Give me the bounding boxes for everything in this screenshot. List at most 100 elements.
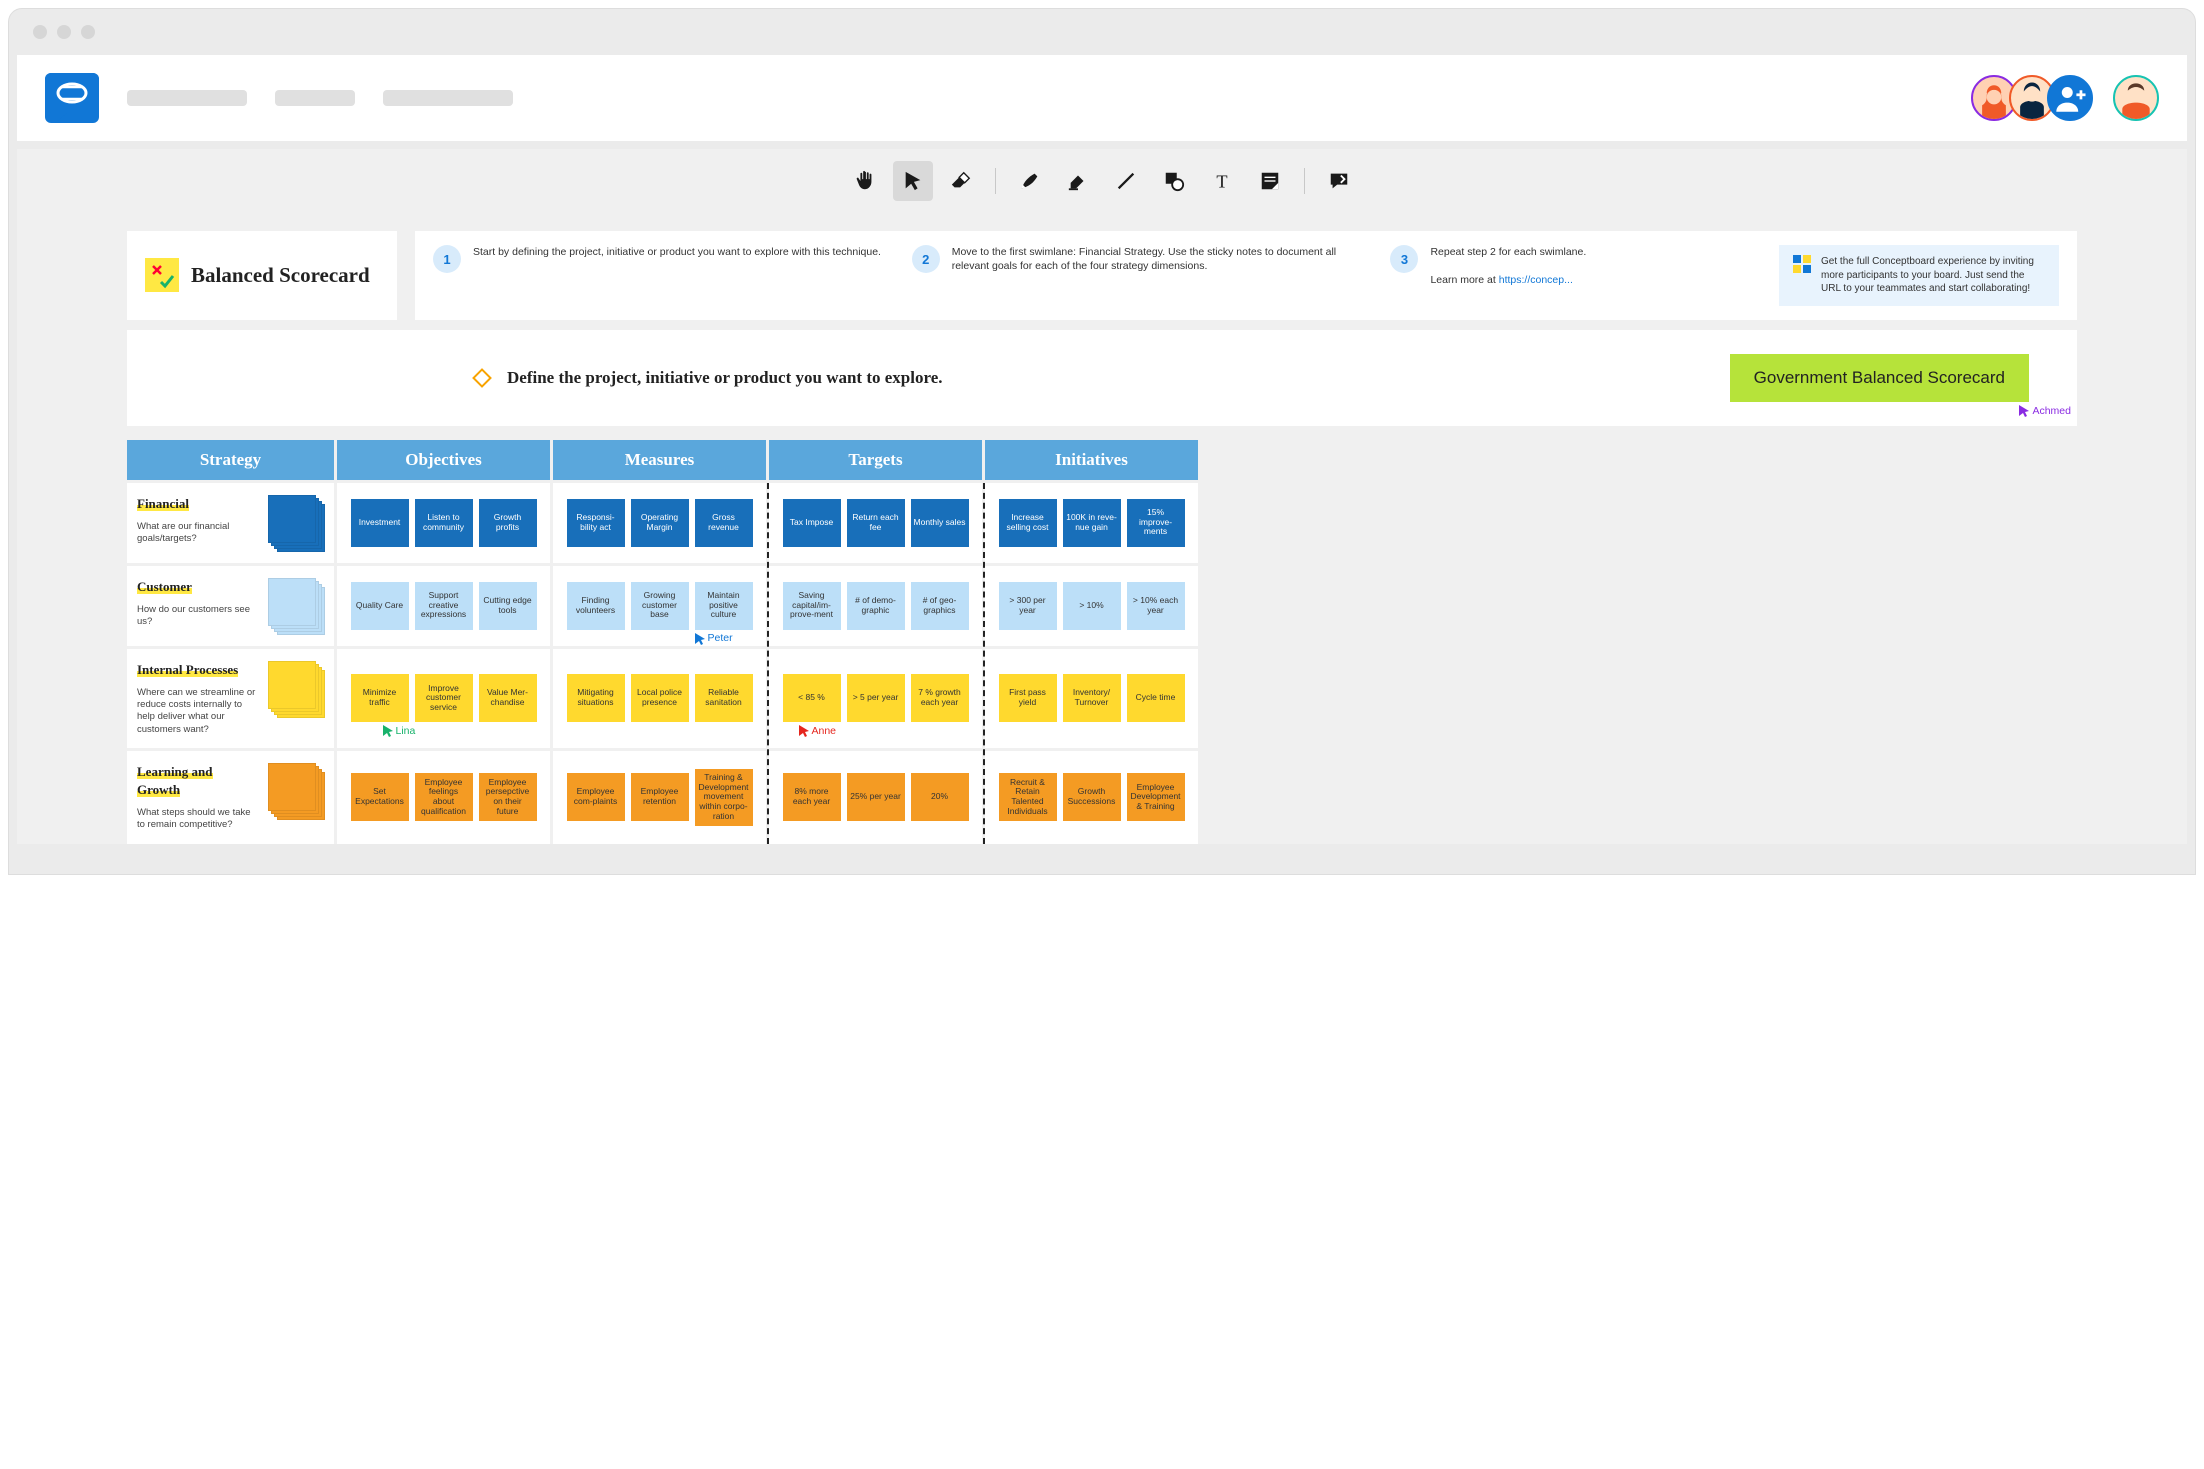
sticky-note[interactable]: Set Expectations — [351, 773, 409, 821]
sticky-note[interactable]: > 10% each year — [1127, 582, 1185, 630]
sticky-note[interactable]: Cutting edge tools — [479, 582, 537, 630]
measures-cell: Mitigating situationsLocal police presen… — [553, 649, 766, 748]
sticky-note[interactable]: Maintain positive culturePeter — [695, 582, 753, 630]
step-text: Start by defining the project, initiativ… — [473, 245, 881, 259]
lane-subtitle: Where can we streamline or reduce costs … — [137, 687, 258, 736]
sticky-note[interactable]: Reliable sanitation — [695, 674, 753, 722]
sticky-note[interactable]: # of geo-graphics — [911, 582, 969, 630]
sticky-note[interactable]: Cycle time — [1127, 674, 1185, 722]
line-tool[interactable] — [1106, 161, 1146, 201]
strategy-cell: CustomerHow do our customers see us? — [127, 566, 334, 646]
lane-subtitle: How do our customers see us? — [137, 604, 258, 629]
sticky-note[interactable]: 8% more each year — [783, 773, 841, 821]
sticky-note[interactable]: Listen to community — [415, 499, 473, 547]
sticky-note[interactable]: > 10% — [1063, 582, 1121, 630]
breadcrumb-placeholder — [275, 90, 355, 106]
toolbar: T — [17, 149, 2187, 213]
cursor-peter: Peter — [693, 632, 733, 646]
max-dot[interactable] — [81, 25, 95, 39]
step-2: 2 Move to the first swimlane: Financial … — [912, 245, 1363, 273]
sticky-note[interactable]: Tax Impose — [783, 499, 841, 547]
sticky-note[interactable]: Employee persepctive on their future — [479, 773, 537, 821]
canvas[interactable]: Balanced Scorecard 1 Start by defining t… — [17, 213, 2187, 844]
sticky-note[interactable]: 7 % growth each year — [911, 674, 969, 722]
sticky-note[interactable]: Quality Care — [351, 582, 409, 630]
header-initiatives: Initiatives — [985, 440, 1198, 480]
marker-tool[interactable] — [1058, 161, 1098, 201]
sticky-note[interactable]: Employee Development & Training — [1127, 773, 1185, 821]
project-sticky[interactable]: Government Balanced Scorecard Achmed — [1730, 354, 2029, 402]
lane-learning-and-growth: Learning and GrowthWhat steps should we … — [127, 751, 2077, 844]
cursor-anne: Anne — [797, 724, 837, 738]
sticky-note[interactable]: Monthly sales — [911, 499, 969, 547]
sticky-note[interactable]: Training & Development movement within c… — [695, 769, 753, 826]
sticky-note[interactable]: 15% improve-ments — [1127, 499, 1185, 547]
pan-tool[interactable] — [845, 161, 885, 201]
sticky-note[interactable]: First pass yield — [999, 674, 1057, 722]
tip-icon — [1793, 255, 1811, 273]
learn-more-link[interactable]: https://concep... — [1499, 274, 1573, 286]
sticky-note[interactable]: Return each fee — [847, 499, 905, 547]
comment-tool[interactable] — [1319, 161, 1359, 201]
pen-tool[interactable] — [1010, 161, 1050, 201]
sticky-note[interactable]: Saving capital/im-prove-ment — [783, 582, 841, 630]
sticky-note[interactable]: # of demo-graphic — [847, 582, 905, 630]
sticky-note[interactable]: 100K in reve-nue gain — [1063, 499, 1121, 547]
define-section: Define the project, initiative or produc… — [127, 330, 2077, 426]
initiatives-cell: Increase selling cost100K in reve-nue ga… — [985, 483, 1198, 563]
sticky-note[interactable]: Operating Margin — [631, 499, 689, 547]
sticky-note[interactable]: Support creative expressions — [415, 582, 473, 630]
sticky-note[interactable]: Investment — [351, 499, 409, 547]
sticky-stack-icon — [268, 578, 324, 634]
shape-tool[interactable] — [1154, 161, 1194, 201]
initiatives-cell: > 300 per year> 10%> 10% each year — [985, 566, 1198, 646]
avatar-add[interactable] — [2047, 75, 2093, 121]
step-number: 3 — [1390, 245, 1418, 273]
sticky-note[interactable]: Responsi-bility act — [567, 499, 625, 547]
targets-cell: < 85 %Anne> 5 per year7 % growth each ye… — [769, 649, 982, 748]
app-logo[interactable] — [45, 73, 99, 123]
cursor-lina: Lina — [381, 724, 416, 738]
sticky-note[interactable]: < 85 %Anne — [783, 674, 841, 722]
sticky-note[interactable]: Minimize trafficLina — [351, 674, 409, 722]
diamond-icon — [472, 368, 492, 388]
collaborator-avatars — [1979, 75, 2159, 121]
swimlanes: FinancialWhat are our financial goals/ta… — [127, 483, 2077, 844]
sticky-tool[interactable] — [1250, 161, 1290, 201]
sticky-note[interactable]: Gross revenue — [695, 499, 753, 547]
header-objectives: Objectives — [337, 440, 550, 480]
avatar-me[interactable] — [2113, 75, 2159, 121]
cursor-achmed: Achmed — [2017, 404, 2071, 418]
sticky-note[interactable]: Mitigating situations — [567, 674, 625, 722]
sticky-note[interactable]: Employee feelings about qualification — [415, 773, 473, 821]
close-dot[interactable] — [33, 25, 47, 39]
sticky-note[interactable]: Local police presence — [631, 674, 689, 722]
sticky-note[interactable]: Value Mer-chandise — [479, 674, 537, 722]
sticky-note[interactable]: Increase selling cost — [999, 499, 1057, 547]
sticky-note[interactable]: 25% per year — [847, 773, 905, 821]
sticky-note[interactable]: Growth profits — [479, 499, 537, 547]
sticky-note[interactable]: Improve customer service — [415, 674, 473, 722]
sticky-note[interactable]: Recruit & Retain Talented Individuals — [999, 773, 1057, 821]
objectives-cell: Minimize trafficLinaImprove customer ser… — [337, 649, 550, 748]
objectives-cell: Quality CareSupport creative expressions… — [337, 566, 550, 646]
eraser-tool[interactable] — [941, 161, 981, 201]
sticky-note[interactable]: 20% — [911, 773, 969, 821]
sticky-note[interactable]: Growing customer base — [631, 582, 689, 630]
text-tool[interactable]: T — [1202, 161, 1242, 201]
sticky-note[interactable]: Growth Successions — [1063, 773, 1121, 821]
measures-cell: Finding volunteersGrowing customer baseM… — [553, 566, 766, 646]
sticky-note[interactable]: > 5 per year — [847, 674, 905, 722]
tip-text: Get the full Conceptboard experience by … — [1821, 255, 2045, 296]
sticky-note[interactable]: Inventory/ Turnover — [1063, 674, 1121, 722]
sticky-note[interactable]: Employee retention — [631, 773, 689, 821]
min-dot[interactable] — [57, 25, 71, 39]
step-number: 1 — [433, 245, 461, 273]
sticky-note[interactable]: > 300 per year — [999, 582, 1057, 630]
sticky-stack-icon — [268, 763, 324, 819]
select-tool[interactable] — [893, 161, 933, 201]
sticky-note[interactable]: Finding volunteers — [567, 582, 625, 630]
sticky-note[interactable]: Employee com-plaints — [567, 773, 625, 821]
browser-window: T Balanced Scorecard 1 Start by defining… — [8, 8, 2196, 875]
lane-financial: FinancialWhat are our financial goals/ta… — [127, 483, 2077, 563]
